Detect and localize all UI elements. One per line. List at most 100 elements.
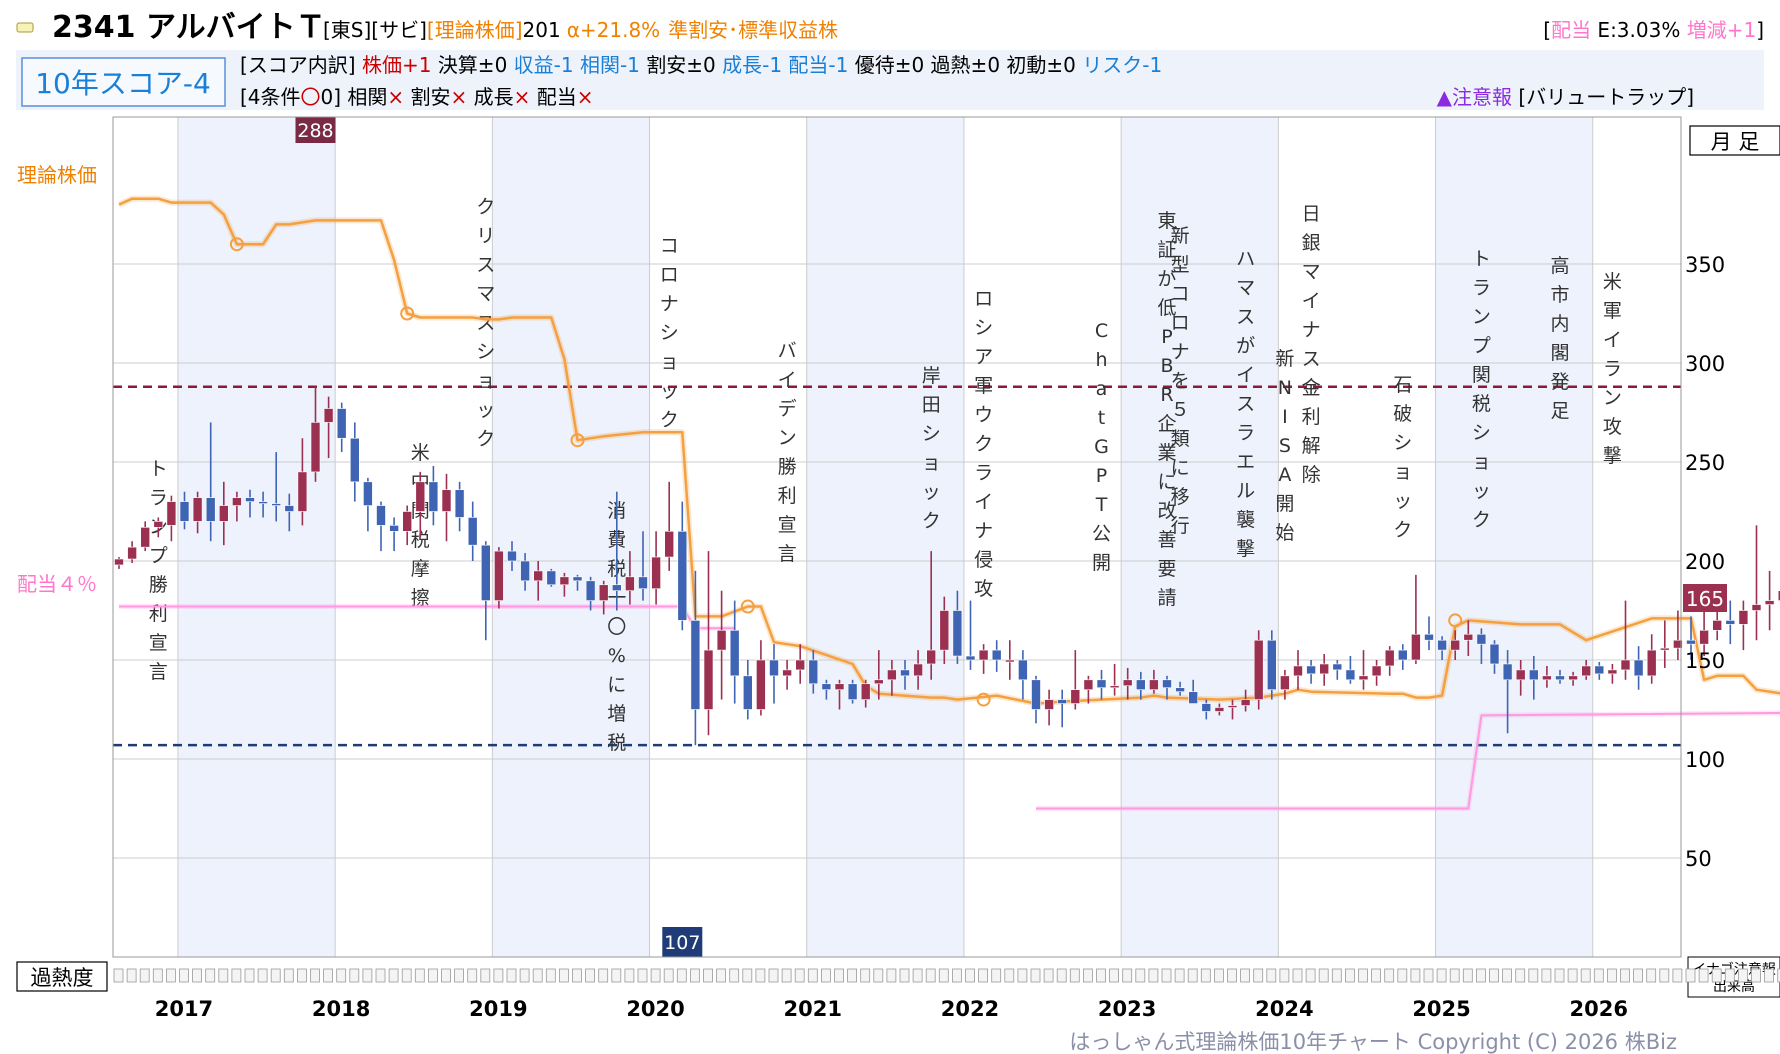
x-tick-label: 2022	[941, 997, 999, 1021]
heat-cell	[139, 968, 150, 983]
candle-body	[546, 570, 557, 586]
event-char: 言	[778, 543, 797, 565]
event-char: ハ	[1236, 248, 1255, 270]
max-marker-label: 288	[297, 120, 333, 142]
event-char: ョ	[1472, 451, 1491, 473]
heat-cell	[1554, 968, 1565, 983]
heat-cell	[899, 968, 910, 983]
heat-cell	[650, 968, 661, 983]
candle-body	[533, 570, 544, 582]
candle-body	[1515, 669, 1526, 681]
candle-body	[428, 481, 439, 512]
conditions-text-part: ×	[514, 85, 537, 109]
candle-body	[1122, 679, 1133, 687]
event-char: 侵	[974, 549, 993, 571]
event-char: ス	[1236, 393, 1255, 415]
candle-body	[1280, 675, 1290, 691]
event-char: C	[1095, 320, 1108, 342]
conditions-text-part: 0] 相関	[321, 85, 388, 109]
candle-body	[1149, 679, 1159, 690]
y-tick-label: 100	[1685, 748, 1725, 772]
candle-body	[1712, 620, 1722, 631]
event-char: N	[1278, 377, 1292, 399]
warning-tag: [バリュートラップ]	[1512, 85, 1694, 109]
heat-cell	[165, 968, 176, 983]
candle-body	[467, 517, 478, 546]
event-char: 税	[1472, 393, 1491, 415]
event-char: シ	[660, 322, 679, 344]
candle-body	[1568, 675, 1578, 681]
heat-cell	[611, 968, 622, 983]
event-char: ク	[476, 196, 495, 218]
heat-cell	[244, 968, 255, 983]
event-char: ナ	[1302, 319, 1321, 341]
candle-body	[559, 576, 570, 586]
heat-cell	[1253, 968, 1264, 983]
candle-body	[1620, 659, 1631, 671]
event-char: 除	[1302, 464, 1321, 486]
candle-body	[1751, 604, 1762, 611]
event-char: イ	[1603, 329, 1622, 351]
heat-cell	[1711, 968, 1722, 983]
candle-body	[834, 683, 845, 691]
stock-title: 2341 アルバイトＴ	[52, 10, 326, 45]
candle-body	[1738, 610, 1749, 625]
heat-gauge	[113, 968, 1780, 983]
event-char: G	[1094, 436, 1109, 458]
event-char: ッ	[922, 481, 941, 503]
candle-body	[1201, 703, 1212, 712]
heat-cell	[1489, 968, 1499, 983]
event-char: 〇	[607, 616, 626, 638]
candle-body	[677, 530, 688, 621]
event-char: 新	[1275, 348, 1294, 370]
heat-cell	[873, 968, 884, 983]
candle-body	[1725, 620, 1736, 625]
event-label: ハマスがイスラエル襲撃	[1236, 248, 1255, 560]
heat-cell	[270, 968, 281, 983]
event-char: ッ	[1472, 480, 1491, 502]
year-band-2021	[806, 117, 964, 957]
heat-cell	[1187, 968, 1198, 983]
heat-cell	[1043, 968, 1054, 983]
event-char: ル	[1236, 480, 1255, 502]
candle-body	[978, 649, 989, 661]
heat-cell	[1240, 968, 1250, 983]
event-char: 摩	[411, 558, 430, 580]
event-char: シ	[1472, 422, 1491, 444]
candle-body	[363, 481, 373, 506]
heat-cell	[637, 968, 648, 983]
heat-cell	[1698, 968, 1709, 983]
y-tick-label: 250	[1685, 451, 1725, 475]
candle-body	[598, 584, 609, 601]
score-conditions: [4条件〇0] 相関× 割安× 成長× 配当×	[240, 85, 594, 109]
event-label: ロシア軍ウクライナ侵攻	[974, 288, 993, 600]
classification: 準割安･標準収益株	[668, 18, 838, 42]
event-char: 関	[1472, 364, 1491, 386]
y-tick-label: 150	[1685, 649, 1725, 673]
conditions-text-part: 成長	[474, 85, 514, 109]
candle-body	[1240, 699, 1251, 706]
event-label: 新型コロナを ５ 類に移行	[1171, 225, 1190, 537]
event-char: 言	[149, 661, 168, 683]
heat-cell	[1096, 968, 1106, 983]
heat-cell	[1279, 968, 1290, 983]
candle-body	[1476, 633, 1487, 645]
dividend-yield: E:3.03%	[1591, 18, 1687, 42]
candle-body	[1555, 675, 1565, 681]
event-char: ッ	[660, 380, 679, 402]
heat-cell	[1069, 968, 1080, 983]
candle-body	[507, 550, 517, 562]
heat-cell	[401, 968, 412, 983]
candle-body	[219, 505, 229, 522]
event-char: ト	[1472, 248, 1491, 270]
candle-body	[1699, 629, 1709, 645]
event-char: 攻	[1603, 416, 1622, 438]
heat-cell	[676, 968, 687, 983]
heat-cell	[454, 968, 465, 983]
candle-body	[1162, 679, 1172, 689]
event-char: ロ	[1171, 312, 1190, 334]
dividend4-axis-label: 配当４％	[17, 572, 97, 596]
event-char: 発	[1550, 371, 1569, 393]
heat-cell	[938, 968, 949, 983]
heat-cell	[1476, 968, 1486, 983]
